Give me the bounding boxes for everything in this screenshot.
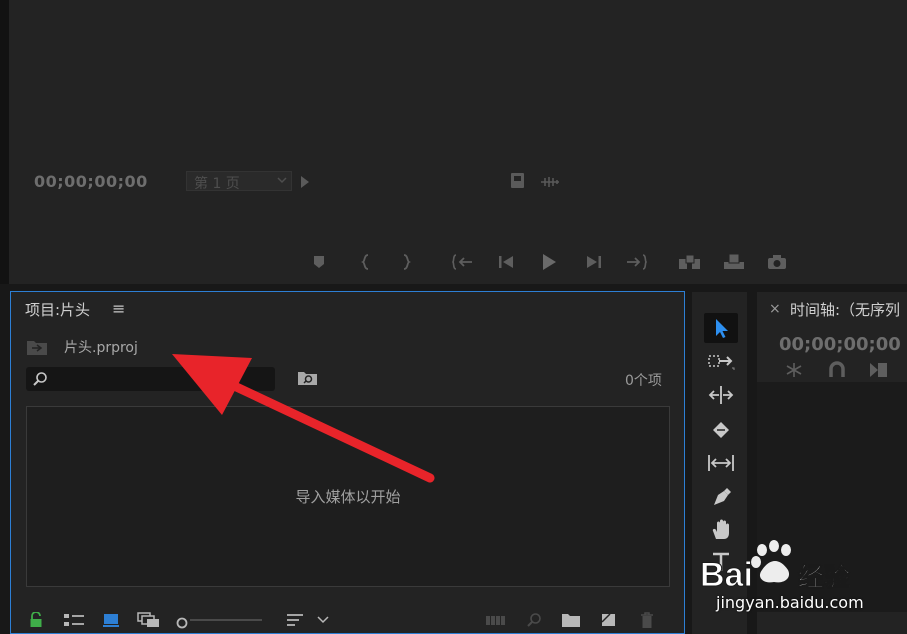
svg-text:经验: 经验 [798, 562, 850, 592]
annotation-arrow [172, 354, 435, 483]
watermark-url: jingyan.baidu.com [716, 593, 864, 612]
baidu-watermark-logo: Bai 经验 [700, 540, 860, 596]
svg-text:Bai: Bai [700, 556, 753, 592]
